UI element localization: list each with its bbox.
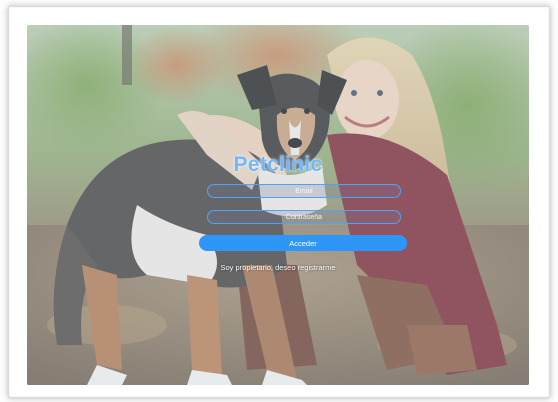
login-form: Petclinic Acceder Soy propietario, deseo… [27,25,529,385]
email-field[interactable] [207,184,401,198]
login-button[interactable]: Acceder [199,235,407,251]
login-screen: Petclinic Acceder Soy propietario, deseo… [27,25,529,385]
password-field[interactable] [207,210,401,224]
page: Petclinic Acceder Soy propietario, deseo… [0,0,558,402]
window-frame: Petclinic Acceder Soy propietario, deseo… [8,6,550,398]
brand-title: Petclinic [233,153,323,176]
register-link[interactable]: Soy propietario, deseo registrarme [27,263,529,272]
